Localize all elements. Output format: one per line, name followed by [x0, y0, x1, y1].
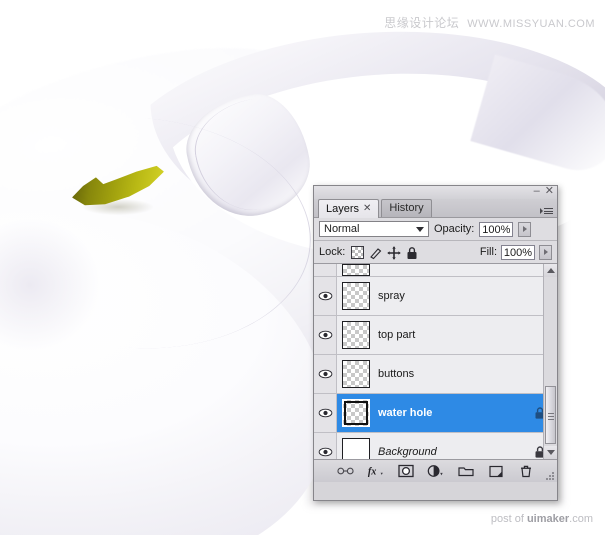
layers-panel-footer: fx — [314, 460, 557, 482]
eye-icon — [318, 291, 332, 301]
layers-list: strokes spray top part buttons — [314, 264, 557, 460]
layer-name: spray — [378, 290, 405, 302]
watermark-bottom-brand: uimaker — [526, 513, 570, 525]
layer-row[interactable]: buttons — [314, 355, 557, 394]
eye-icon — [318, 330, 332, 340]
panel-menu-icon[interactable] — [540, 207, 553, 216]
link-layers-icon[interactable] — [337, 463, 354, 479]
blend-mode-select[interactable]: Normal — [319, 221, 429, 237]
minimize-icon[interactable]: – — [534, 186, 540, 197]
new-layer-icon[interactable] — [487, 463, 504, 479]
scrollbar-thumb[interactable] — [545, 386, 556, 444]
layer-visibility-toggle[interactable] — [314, 264, 337, 276]
layer-row-selected[interactable]: water hole — [314, 394, 557, 433]
watermark-bottom-suffix: .com — [569, 513, 593, 525]
watermark-bottom-prefix: post of — [490, 513, 527, 525]
layers-panel: – ✕ Layers ✕ History Normal Opacity: 100… — [313, 185, 558, 501]
layer-visibility-toggle[interactable] — [314, 355, 337, 393]
eye-icon — [318, 447, 332, 457]
new-group-icon[interactable] — [457, 463, 474, 479]
tab-layers[interactable]: Layers ✕ — [318, 199, 380, 218]
eye-icon — [318, 408, 332, 418]
watermark-top: 思缘设计论坛 WWW.MISSYUAN.COM — [384, 14, 595, 31]
scroll-down-button[interactable] — [544, 446, 557, 459]
window-buttons: – ✕ — [534, 186, 554, 197]
panel-resize-grip[interactable] — [546, 472, 555, 481]
fill-input[interactable]: 100% — [501, 244, 535, 260]
tab-history-label: History — [389, 202, 424, 214]
blend-mode-row: Normal Opacity: 100% — [314, 218, 557, 241]
delete-layer-icon[interactable] — [517, 463, 534, 479]
lock-row: Lock: Fill: 100% — [314, 241, 557, 264]
tab-history[interactable]: History — [381, 199, 432, 217]
panel-titlebar[interactable]: – ✕ — [314, 186, 557, 199]
opacity-input[interactable]: 100% — [479, 221, 514, 237]
layer-visibility-toggle[interactable] — [314, 433, 337, 459]
hamburger-icon — [544, 207, 553, 216]
watermark-top-url: WWW.MISSYUAN.COM — [467, 18, 595, 30]
blend-mode-value: Normal — [324, 223, 360, 235]
panel-tabs: Layers ✕ History — [314, 199, 557, 218]
layer-row[interactable]: spray — [314, 277, 557, 316]
layer-visibility-toggle[interactable] — [314, 394, 337, 432]
close-icon[interactable]: ✕ — [545, 186, 554, 197]
layer-name: buttons — [378, 368, 415, 380]
layer-thumbnail[interactable] — [342, 321, 370, 349]
layer-style-fx-icon[interactable]: fx — [367, 463, 384, 479]
layer-row[interactable]: Background — [314, 433, 557, 459]
layer-thumbnail[interactable] — [342, 399, 370, 427]
layer-thumbnail[interactable] — [342, 282, 370, 310]
layers-scrollbar[interactable] — [543, 264, 557, 459]
new-adjustment-layer-icon[interactable] — [427, 463, 444, 479]
layer-thumbnail[interactable] — [342, 264, 370, 276]
eye-icon — [318, 369, 332, 379]
chevron-up-icon — [546, 268, 555, 273]
lock-image-pixels-icon[interactable] — [369, 246, 382, 259]
panel-menu-triangle-icon — [540, 208, 543, 215]
tab-layers-label: Layers — [326, 203, 360, 215]
lock-label: Lock: — [319, 246, 346, 258]
add-layer-mask-icon[interactable] — [397, 463, 414, 479]
scrollbar-grip-icon — [548, 411, 554, 422]
layer-visibility-toggle[interactable] — [314, 316, 337, 354]
chevron-down-icon — [546, 450, 555, 455]
layer-thumbnail[interactable] — [342, 438, 370, 459]
layer-visibility-toggle[interactable] — [314, 277, 337, 315]
lock-position-icon[interactable] — [387, 246, 401, 259]
scroll-up-button[interactable] — [544, 264, 557, 277]
chevron-down-icon — [416, 227, 424, 232]
layer-name: Background — [378, 446, 437, 458]
watermark-top-cn: 思缘设计论坛 — [384, 16, 460, 30]
fill-slider-button[interactable] — [539, 244, 552, 260]
lock-icon-group — [351, 245, 418, 259]
layer-row[interactable]: top part — [314, 316, 557, 355]
opacity-label: Opacity: — [434, 223, 475, 235]
svg-text:fx: fx — [368, 466, 377, 477]
lock-transparent-pixels-icon[interactable] — [351, 245, 365, 259]
lock-all-icon[interactable] — [405, 246, 418, 259]
layer-name: strokes — [378, 264, 557, 267]
layer-name: top part — [378, 329, 416, 341]
layer-thumbnail[interactable] — [342, 360, 370, 388]
watermark-bottom: post of uimaker.com — [491, 513, 593, 525]
layer-row[interactable]: strokes — [314, 264, 557, 277]
fill-label: Fill: — [479, 246, 497, 258]
tab-close-icon[interactable]: ✕ — [363, 200, 371, 218]
layer-name: water hole — [378, 407, 433, 419]
opacity-slider-button[interactable] — [518, 221, 532, 237]
